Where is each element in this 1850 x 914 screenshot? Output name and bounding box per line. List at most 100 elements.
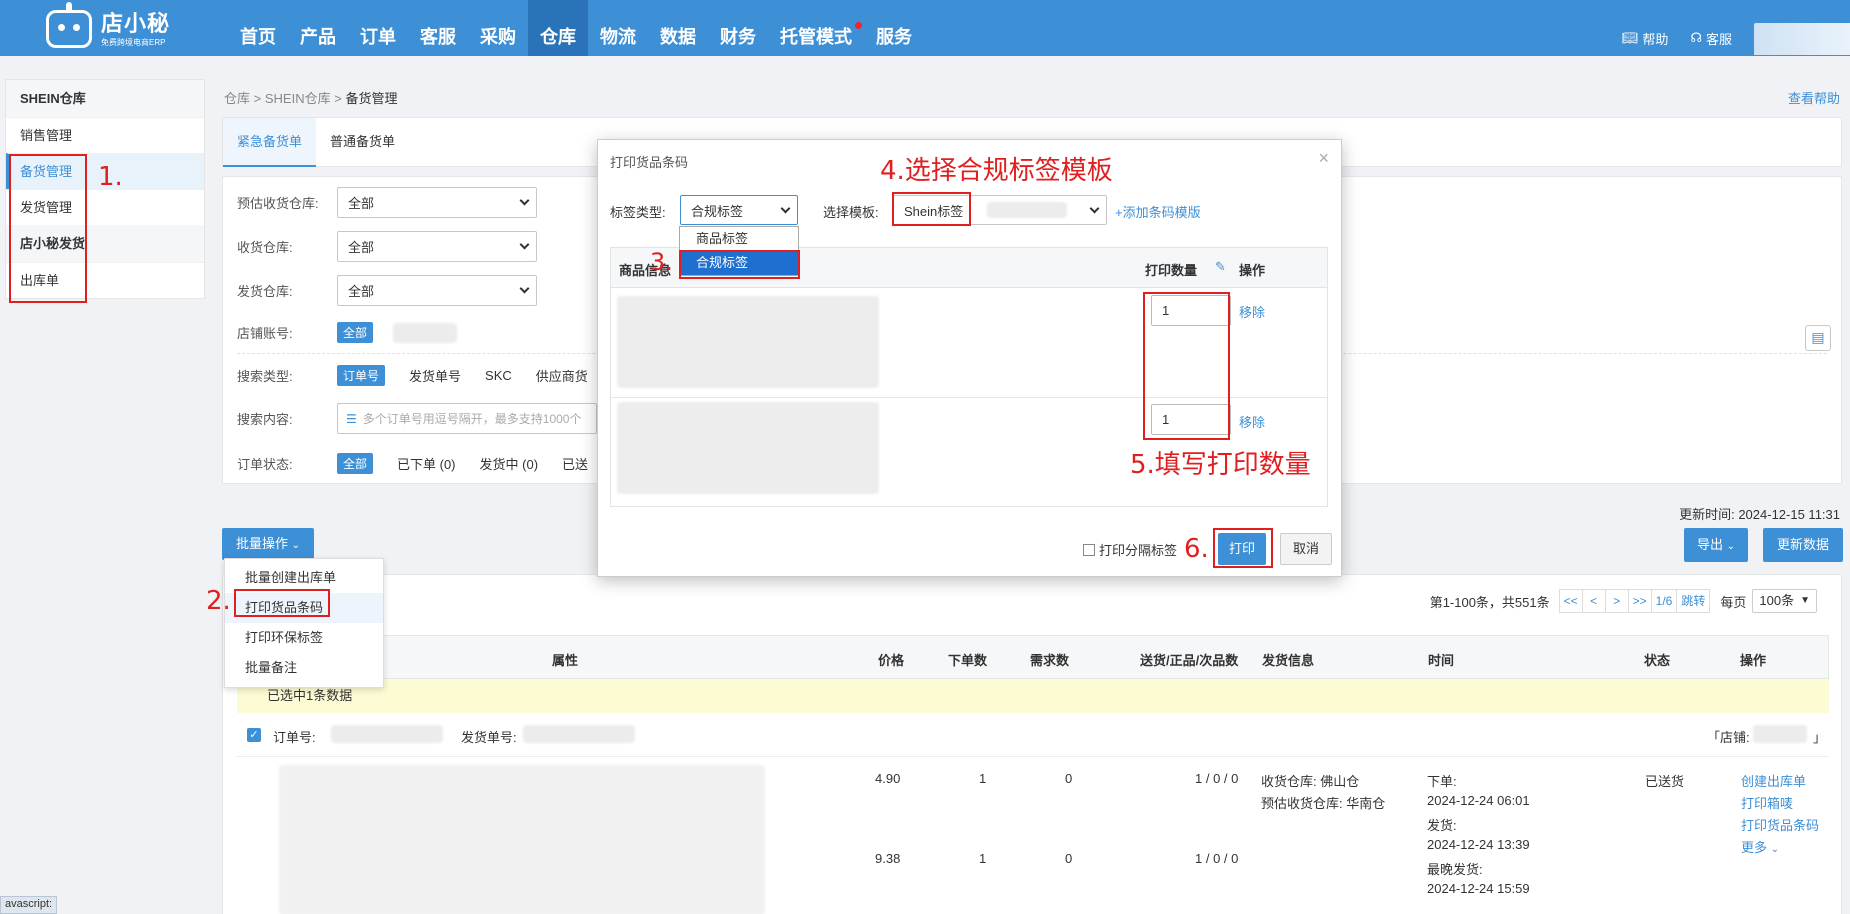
edit-icon[interactable]: ✎ xyxy=(1215,259,1226,275)
nav-customer-service[interactable]: 客服 xyxy=(408,0,468,56)
brand-logo[interactable]: 店小秘 免费跨境电商ERP xyxy=(46,2,176,50)
pager-page[interactable]: 1/6 xyxy=(1650,589,1678,613)
search-type-order[interactable]: 订单号 xyxy=(337,365,386,386)
template-blurred xyxy=(987,202,1068,218)
notification-dot-icon xyxy=(855,22,862,29)
add-template-link[interactable]: +添加条码模版 xyxy=(1115,202,1201,221)
store-label-close: 」 xyxy=(1813,730,1827,745)
pager-prev[interactable]: < xyxy=(1581,589,1606,613)
close-icon[interactable]: × xyxy=(1318,148,1329,169)
nav-warehouse[interactable]: 仓库 xyxy=(528,0,588,56)
nav-purchase[interactable]: 采购 xyxy=(468,0,528,56)
row-checkbox[interactable]: ✓ xyxy=(247,728,261,742)
per-page-select[interactable]: 100条 ▼ xyxy=(1752,589,1817,613)
search-input[interactable]: ☰ 多个订单号用逗号隔开，最多支持1000个 xyxy=(337,403,597,434)
search-type-supplier[interactable]: 供应商货 xyxy=(536,366,588,385)
batch-operation-button[interactable]: 批量操作 ⌄ xyxy=(222,528,314,560)
nav-hosting-label: 托管模式 xyxy=(780,27,852,47)
search-type-skc[interactable]: SKC xyxy=(485,368,512,383)
dialog-title: 打印货品条码 xyxy=(610,155,689,170)
remove-link-1[interactable]: 移除 xyxy=(1239,302,1265,321)
sidebar-item-sales[interactable]: 销售管理 xyxy=(6,117,204,153)
more-link[interactable]: 更多 ⌄ xyxy=(1741,837,1779,856)
label-type-select[interactable]: 合规标签 xyxy=(680,195,798,225)
ship-no-label: 发货单号: xyxy=(461,730,517,745)
update-time: 更新时间: 2024-12-15 11:31 xyxy=(1679,507,1840,522)
store-all-chip[interactable]: 全部 xyxy=(337,322,374,343)
menu-batch-note[interactable]: 批量备注 xyxy=(225,653,383,683)
order-header-row: ✓ 订单号: 发货单号: 「店铺: 」 xyxy=(237,713,1829,757)
expected-wh: 预估收货仓库: 华南仓 xyxy=(1261,796,1386,811)
expected-wh-select[interactable]: 全部 xyxy=(337,187,537,218)
order-qty-2: 1 xyxy=(979,851,987,866)
cancel-button[interactable]: 取消 xyxy=(1280,533,1332,565)
user-account-area[interactable] xyxy=(1754,23,1850,55)
filter-search-type-row: 搜索类型: 订单号 发货单号 SKC 供应商货 xyxy=(237,365,588,386)
select-value: 全部 xyxy=(348,284,375,299)
help-button[interactable]: 📖︎ 帮助 xyxy=(1622,29,1669,48)
collapse-toggle-icon[interactable]: ▤ xyxy=(1805,325,1831,351)
pager-jump[interactable]: 跳转 xyxy=(1676,589,1711,613)
chevron-down-icon xyxy=(780,203,791,213)
service-button[interactable]: ☊ 客服 xyxy=(1690,29,1732,48)
filter-expected-wh-row: 预估收货仓库: 全部 xyxy=(237,187,537,218)
nav-finance[interactable]: 财务 xyxy=(708,0,768,56)
pager-last[interactable]: >> xyxy=(1627,589,1652,613)
pager-next[interactable]: > xyxy=(1604,589,1629,613)
select-value: 全部 xyxy=(348,196,375,211)
nav-order[interactable]: 订单 xyxy=(348,0,408,56)
breadcrumb-warehouse[interactable]: 仓库 xyxy=(224,91,250,106)
col-print-qty: 打印数量 xyxy=(1145,263,1198,278)
brand-name: 店小秘 xyxy=(101,11,171,36)
refresh-data-button[interactable]: 更新数据 xyxy=(1763,528,1843,562)
annotation-step-5: 5.填写打印数量 xyxy=(1130,450,1311,480)
annotation-step-6: 6. xyxy=(1184,534,1209,564)
status-shipping[interactable]: 发货中 (0) xyxy=(480,454,539,473)
filter-label: 店铺账号: xyxy=(237,326,293,341)
breadcrumb: 仓库 > SHEIN仓库 > 备货管理 xyxy=(224,88,397,107)
price-2: 9.38 xyxy=(875,851,901,866)
annotation-step-2: 2. xyxy=(206,586,231,616)
chevron-down-icon xyxy=(519,195,530,206)
annotation-box-5 xyxy=(1143,292,1230,440)
label-type-label: 标签类型: xyxy=(610,205,666,220)
pagination: 第1-100条，共551条 << < > >> 1/6 跳转 每页 100条 ▼ xyxy=(1430,589,1817,613)
price-1: 4.90 xyxy=(875,771,901,786)
tab-normal[interactable]: 普通备货单 xyxy=(316,118,409,167)
search-type-ship[interactable]: 发货单号 xyxy=(409,366,461,385)
nav-home[interactable]: 首页 xyxy=(228,0,288,56)
annotation-step-3: 3. xyxy=(650,248,673,276)
option-product-label[interactable]: 商品标签 xyxy=(680,227,798,251)
print-box-label-link[interactable]: 打印箱唛 xyxy=(1741,793,1793,812)
receive-wh-select[interactable]: 全部 xyxy=(337,231,537,262)
status-delivered[interactable]: 已送 xyxy=(562,454,588,473)
pager-first[interactable]: << xyxy=(1558,589,1583,613)
demand-2: 0 xyxy=(1065,851,1073,866)
breadcrumb-shein[interactable]: SHEIN仓库 xyxy=(265,91,331,106)
nav-data[interactable]: 数据 xyxy=(648,0,708,56)
batch-menu: 批量创建出库单 打印货品条码 打印环保标签 批量备注 xyxy=(224,558,384,688)
view-help-link[interactable]: 查看帮助 xyxy=(1788,88,1840,107)
create-outbound-link[interactable]: 创建出库单 xyxy=(1741,771,1806,790)
tab-urgent[interactable]: 紧急备货单 xyxy=(223,118,317,167)
status-ordered[interactable]: 已下单 (0) xyxy=(397,454,456,473)
nav-product[interactable]: 产品 xyxy=(288,0,348,56)
nav-logistics[interactable]: 物流 xyxy=(588,0,648,56)
status-all[interactable]: 全部 xyxy=(337,453,374,474)
chevron-down-icon xyxy=(519,239,530,250)
ship-wh-select[interactable]: 全部 xyxy=(337,275,537,306)
nav-hosting-mode[interactable]: 托管模式 xyxy=(768,0,864,56)
ship-no-blurred xyxy=(523,725,635,743)
filter-label: 发货仓库: xyxy=(237,284,293,299)
print-barcode-link[interactable]: 打印货品条码 xyxy=(1741,815,1819,834)
filter-search-content-row: 搜索内容: ☰ 多个订单号用逗号隔开，最多支持1000个 xyxy=(237,403,597,434)
receive-wh: 收货仓库: 佛山仓 xyxy=(1261,774,1360,789)
help-label: 帮助 xyxy=(1642,31,1669,47)
print-separator-checkbox[interactable]: 打印分隔标签 xyxy=(1083,540,1177,559)
brand-slogan: 免费跨境电商ERP xyxy=(101,38,166,47)
remove-link-2[interactable]: 移除 xyxy=(1239,412,1265,431)
filter-label: 订单状态: xyxy=(237,457,293,472)
export-button[interactable]: 导出 ⌄ xyxy=(1684,528,1748,562)
menu-print-eco-label[interactable]: 打印环保标签 xyxy=(225,623,383,653)
nav-service[interactable]: 服务 xyxy=(864,0,924,56)
